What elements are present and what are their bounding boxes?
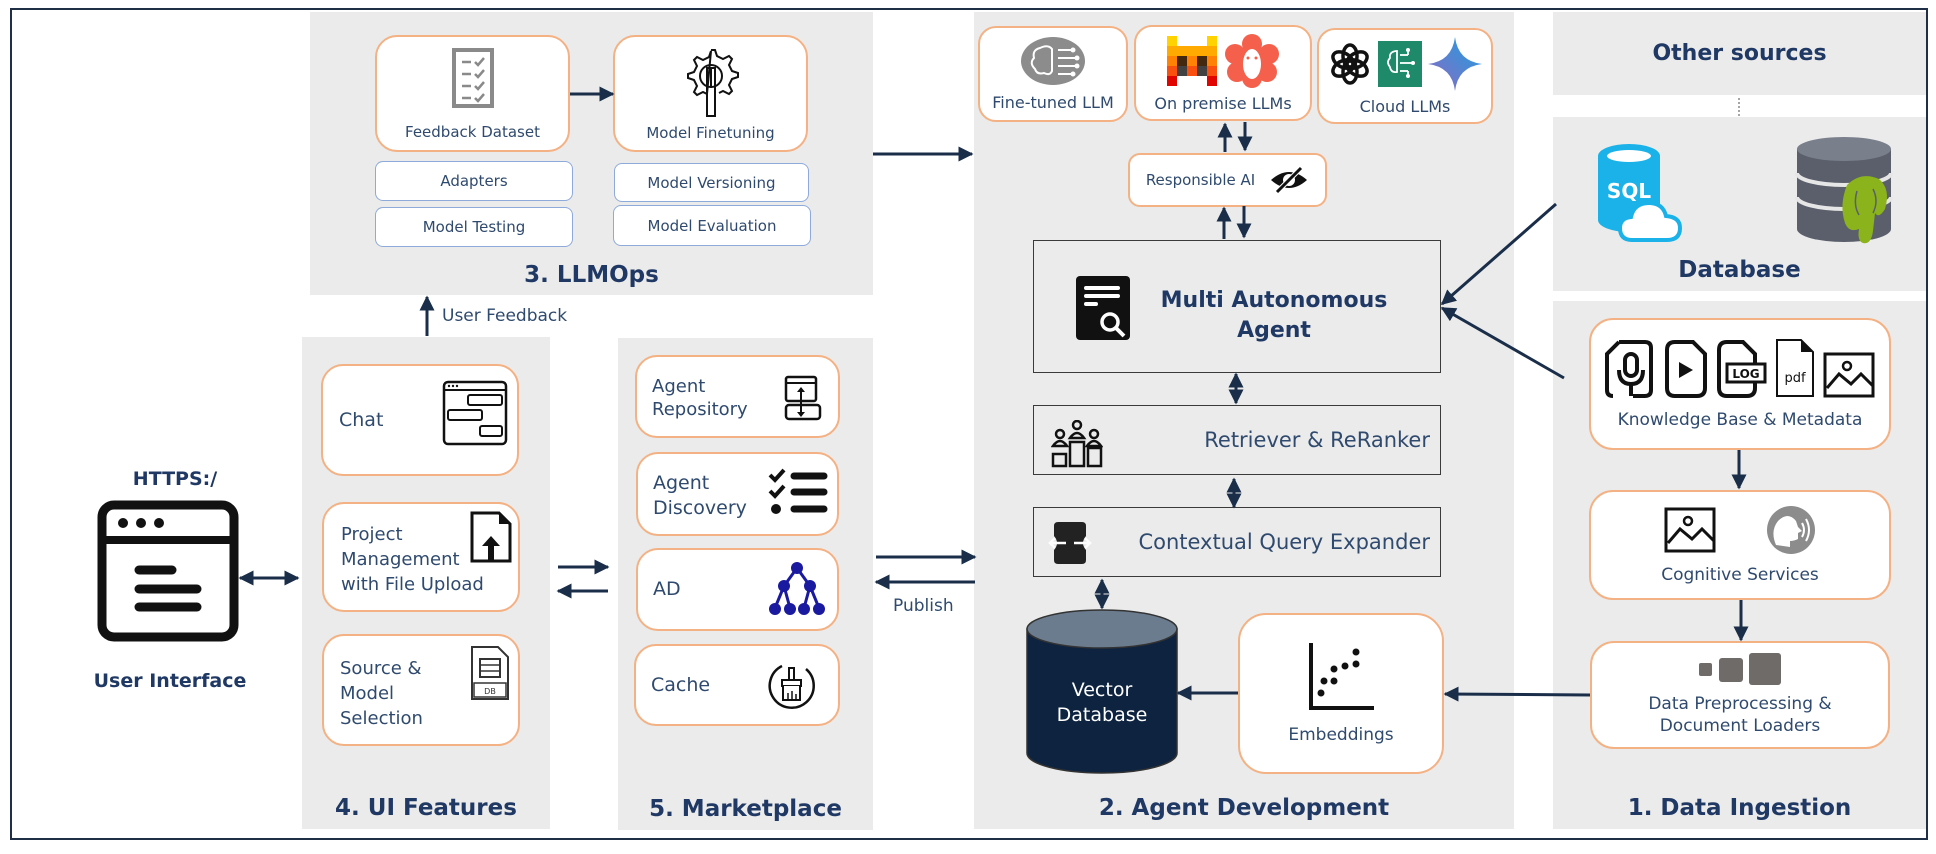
gear-lightbulb-icon [686,48,739,117]
image-file-icon [1823,352,1875,398]
ad-label: AD [653,578,681,600]
embeddings-card[interactable]: Embeddings [1238,613,1444,774]
data-ingestion-title: 1. Data Ingestion [1627,795,1852,821]
database-label: Database [1678,257,1801,283]
vector-database-line2: Database [1056,704,1148,726]
other-sources-label: Other sources [1652,41,1827,66]
source-model-selection-label: Source & Model Selection [340,658,423,729]
pdf-text: pdf [1784,371,1806,386]
file-upload-icon [470,511,512,563]
eye-slash-icon [1271,166,1308,194]
sql-text: SQL [1607,179,1651,203]
cognitive-services-label: Cognitive Services [1661,565,1819,585]
model-finetuning-label: Model Finetuning [646,123,775,142]
brain-network-icon [1021,37,1085,85]
model-testing-item[interactable]: Model Testing [375,207,573,247]
retriever-reranker-label: Retriever & ReRanker [1204,428,1430,452]
expand-arrows-icon [1048,522,1092,564]
document-search-icon [1076,276,1130,340]
gemini-logo-icon [1428,36,1482,91]
responsible-ai-card[interactable]: Responsible AI [1128,153,1327,207]
contextual-query-expander-label: Contextual Query Expander [1138,530,1430,554]
browser-window-icon[interactable] [97,500,239,642]
model-finetuning-card[interactable]: Model Finetuning [613,35,808,152]
audio-file-icon [1605,340,1653,398]
model-versioning-item[interactable]: Model Versioning [614,163,809,202]
llama-logo-icon [1225,33,1279,88]
data-preprocessing-label: Data Preprocessing & Document Loaders [1648,694,1832,736]
checklist-bullets-icon [768,468,828,514]
clear-cache-brush-icon [768,664,815,709]
log-file-icon: LOG [1717,340,1767,398]
retriever-reranker-card[interactable]: Retriever & ReRanker [1033,405,1441,475]
marketplace-title: 5. Marketplace [649,796,842,822]
project-management-card[interactable]: Project Management with File Upload [322,502,520,612]
publish-label: Publish [893,596,954,616]
multi-autonomous-agent-card[interactable]: Multi Autonomous Agent [1033,240,1441,373]
cache-card[interactable]: Cache [634,644,840,726]
postgresql-icon [1795,137,1893,244]
model-evaluation-item[interactable]: Model Evaluation [613,205,811,246]
knowledge-base-card[interactable]: LOG pdf Knowledge Base & Metadata [1589,318,1891,450]
sql-cloud-icon: SQL [1598,144,1683,242]
ui-features-title: 4. UI Features [335,795,517,821]
database-file-icon: DB [471,646,509,700]
chat-label: Chat [339,409,384,431]
user-interface-title: User Interface [93,670,247,692]
multi-autonomous-agent-label: Multi Autonomous Agent [1160,288,1388,343]
on-premise-llms-label: On premise LLMs [1154,93,1292,113]
hierarchy-tree-icon [769,562,825,615]
adapters-item[interactable]: Adapters [375,161,573,201]
knowledge-base-label: Knowledge Base & Metadata [1617,410,1863,430]
data-preprocessing-card[interactable]: Data Preprocessing & Document Loaders [1590,641,1890,749]
scatter-plot-icon [1309,642,1374,710]
openai-logo-icon [1331,42,1369,85]
feedback-dataset-label: Feedback Dataset [405,122,540,141]
source-model-selection-card[interactable]: Source & Model Selection DB [322,634,520,746]
repository-sync-icon [784,375,822,421]
vector-database-label: Vector Database [1025,678,1179,728]
mistral-logo-icon [1167,35,1217,86]
agent-discovery-card[interactable]: Agent Discovery [636,452,839,536]
speech-recognition-icon [1767,506,1815,554]
video-file-icon [1665,340,1707,398]
fine-tuned-llm-card[interactable]: Fine-tuned LLM [978,26,1128,122]
checklist-icon [451,47,494,108]
fine-tuned-llm-label: Fine-tuned LLM [992,93,1114,112]
on-premise-llms-card[interactable]: On premise LLMs [1134,25,1312,121]
other-sources-panel[interactable]: Other sources [1553,12,1926,95]
cognitive-services-card[interactable]: Cognitive Services [1589,490,1891,600]
chat-card[interactable]: Chat [321,364,519,476]
agent-discovery-label: Agent Discovery [653,472,747,519]
https-label: HTTPS:/ [132,468,218,490]
log-text: LOG [1732,367,1759,381]
database-panel: SQL Database [1553,117,1926,291]
cloud-llms-label: Cloud LLMs [1359,96,1451,116]
chat-window-icon [442,380,508,446]
vector-database-line1: Vector [1071,679,1133,701]
ad-card[interactable]: AD [636,548,839,631]
pdf-file-icon: pdf [1776,339,1814,397]
svg-text:DB: DB [484,687,496,696]
user-feedback-label: User Feedback [442,306,568,326]
cloud-llms-card[interactable]: Cloud LLMs [1317,28,1493,124]
ranking-people-icon [1051,420,1103,468]
agent-repository-card[interactable]: Agent Repository [635,355,840,438]
llmops-title: 3. LLMOps [524,262,659,288]
bedrock-logo-icon [1378,40,1422,87]
image-recognition-icon [1664,507,1716,553]
embeddings-label: Embeddings [1288,724,1394,745]
cache-label: Cache [651,674,711,696]
contextual-query-expander-card[interactable]: Contextual Query Expander [1033,507,1441,577]
agent-development-title: 2. Agent Development [1098,795,1390,821]
agent-repository-label: Agent Repository [652,376,748,420]
feedback-dataset-card[interactable]: Feedback Dataset [375,35,570,152]
responsible-ai-label: Responsible AI [1145,171,1256,189]
scaling-blocks-icon [1699,653,1781,685]
